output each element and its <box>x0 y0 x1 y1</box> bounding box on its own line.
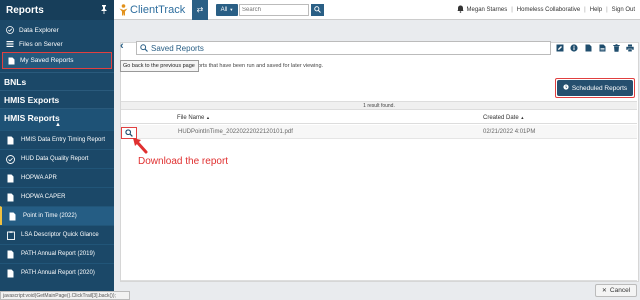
page-description: orts that have been run and saved for la… <box>198 63 324 69</box>
clock-icon <box>563 84 569 92</box>
sidebar-item-label: Data Explorer <box>19 26 59 34</box>
logo-text: ClientTrack <box>130 3 186 16</box>
report-hopwa-apr[interactable]: HOPWA APR <box>0 168 114 187</box>
report-label: HOPWA CAPER <box>21 194 66 200</box>
document-icon <box>6 193 15 202</box>
cancel-button[interactable]: ✕ Cancel <box>595 284 637 297</box>
column-label: Created Date <box>483 115 519 121</box>
search-icon <box>314 6 321 13</box>
clienttrack-logo[interactable]: ClientTrack <box>114 4 192 16</box>
document-export-icon[interactable] <box>581 42 595 54</box>
report-label: PATH Annual Report (2019) <box>21 251 95 257</box>
switch-icon[interactable]: ⇄ <box>192 0 208 20</box>
top-bar: ClientTrack ⇄ All ▼ Megan Starnes | Home… <box>114 0 640 20</box>
list-icon <box>6 40 14 48</box>
pin-icon[interactable] <box>100 4 108 16</box>
logo-figure-icon <box>119 3 128 15</box>
section-label: HMIS Reports <box>4 113 60 123</box>
info-icon[interactable] <box>567 42 581 54</box>
annotation-download-label: Download the report <box>138 156 229 167</box>
search-icon <box>140 44 148 52</box>
clipboard-icon <box>6 230 15 240</box>
chevron-down-icon: ▼ <box>229 7 234 12</box>
report-label: Point in Time (2022) <box>23 213 77 219</box>
column-header-created-date[interactable]: Created Date ▲ <box>483 115 524 121</box>
separator: | <box>606 7 608 13</box>
page-toolbar <box>553 42 637 54</box>
sidebar-section-hmis-exports[interactable]: HMIS Exports <box>0 90 114 108</box>
report-label: HUD Data Quality Report <box>21 156 89 162</box>
report-label: LSA Descriptor Quick Glance <box>21 232 99 238</box>
sidebar: Reports Data Explorer Files on Server My… <box>0 0 114 300</box>
column-header-file-name[interactable]: File Name ▲ <box>177 115 210 121</box>
report-label: PATH Annual Report (2020) <box>21 270 95 276</box>
close-icon: ✕ <box>601 288 607 294</box>
user-menu: Megan Starnes | Homeless Collaborative |… <box>456 0 635 20</box>
report-point-in-time-2022[interactable]: Point in Time (2022) <box>0 206 114 225</box>
document-icon[interactable] <box>595 42 609 54</box>
scheduled-reports-highlight: Scheduled Reports <box>555 78 635 98</box>
column-label: File Name <box>177 115 205 121</box>
scope-label: All <box>220 6 228 13</box>
page-title-bar: Saved Reports <box>136 41 551 55</box>
sign-out-link[interactable]: Sign Out <box>612 7 635 13</box>
sidebar-item-data-explorer[interactable]: Data Explorer <box>0 23 114 37</box>
scheduled-reports-button[interactable]: Scheduled Reports <box>557 80 633 96</box>
sidebar-header: Reports <box>0 0 114 20</box>
report-hmis-data-entry-timing[interactable]: HMIS Data Entry Timing Report <box>0 130 114 149</box>
report-path-annual-2019[interactable]: PATH Annual Report (2019) <box>0 244 114 263</box>
cancel-label: Cancel <box>609 287 631 294</box>
user-name[interactable]: Megan Starnes <box>467 7 508 13</box>
page-title: Saved Reports <box>151 43 204 53</box>
document-icon <box>6 269 15 278</box>
document-icon <box>8 212 17 221</box>
search-input[interactable] <box>239 3 309 16</box>
report-label: HOPWA APR <box>21 175 57 181</box>
help-link[interactable]: Help <box>590 7 602 13</box>
file-name-cell[interactable]: HUDPointInTime_20220222022120101.pdf <box>178 129 293 135</box>
sidebar-item-my-saved-reports[interactable]: My Saved Reports <box>2 52 112 69</box>
annotation-arrow-icon <box>133 138 148 154</box>
print-icon[interactable] <box>623 42 637 54</box>
search-scope-select[interactable]: All ▼ <box>216 3 238 16</box>
sort-icon: ▲ <box>206 115 210 120</box>
check-circle-icon <box>6 154 15 164</box>
back-tooltip: Go back to the previous page <box>120 60 199 72</box>
created-date-cell: 02/21/2022 4:01PM <box>483 129 536 135</box>
table-header: File Name ▲ Created Date ▲ <box>121 112 637 124</box>
scheduled-reports-label: Scheduled Reports <box>571 84 628 92</box>
document-icon <box>7 57 15 65</box>
separator: | <box>584 7 586 13</box>
footer-divider <box>121 280 637 281</box>
check-circle-icon <box>6 26 14 34</box>
document-icon <box>6 174 15 183</box>
search-button[interactable] <box>311 3 324 16</box>
sidebar-section-hmis-reports[interactable]: HMIS Reports ▲ <box>0 108 114 130</box>
sidebar-item-label: Files on Server <box>19 40 63 48</box>
separator: | <box>511 7 513 13</box>
edit-icon[interactable] <box>553 42 567 54</box>
report-hud-data-quality[interactable]: HUD Data Quality Report <box>0 149 114 168</box>
table-row: HUDPointInTime_20220222022120101.pdf 02/… <box>121 125 637 139</box>
sidebar-item-label: My Saved Reports <box>20 57 74 64</box>
back-arrow-icon[interactable]: ‹ <box>120 40 130 54</box>
document-icon <box>6 250 15 259</box>
sidebar-section-bnls[interactable]: BNLs <box>0 72 114 90</box>
report-hopwa-caper[interactable]: HOPWA CAPER <box>0 187 114 206</box>
org-name[interactable]: Homeless Collaborative <box>517 7 580 13</box>
sidebar-item-files-on-server[interactable]: Files on Server <box>0 37 114 51</box>
report-label: HMIS Data Entry Timing Report <box>21 137 106 143</box>
report-lsa-descriptor[interactable]: LSA Descriptor Quick Glance <box>0 225 114 244</box>
search-icon <box>125 129 133 137</box>
report-path-annual-2020[interactable]: PATH Annual Report (2020) <box>0 263 114 282</box>
status-bar-url: javascript:void(GetMainPage().ClickTrail… <box>0 291 130 300</box>
result-count: 1 result found. <box>121 101 637 110</box>
document-icon <box>6 136 15 145</box>
sort-icon: ▲ <box>520 115 525 120</box>
sidebar-title: Reports <box>6 4 44 16</box>
caret-up-icon: ▲ <box>55 122 61 128</box>
bell-icon[interactable] <box>456 5 464 15</box>
trash-icon[interactable] <box>609 42 623 54</box>
